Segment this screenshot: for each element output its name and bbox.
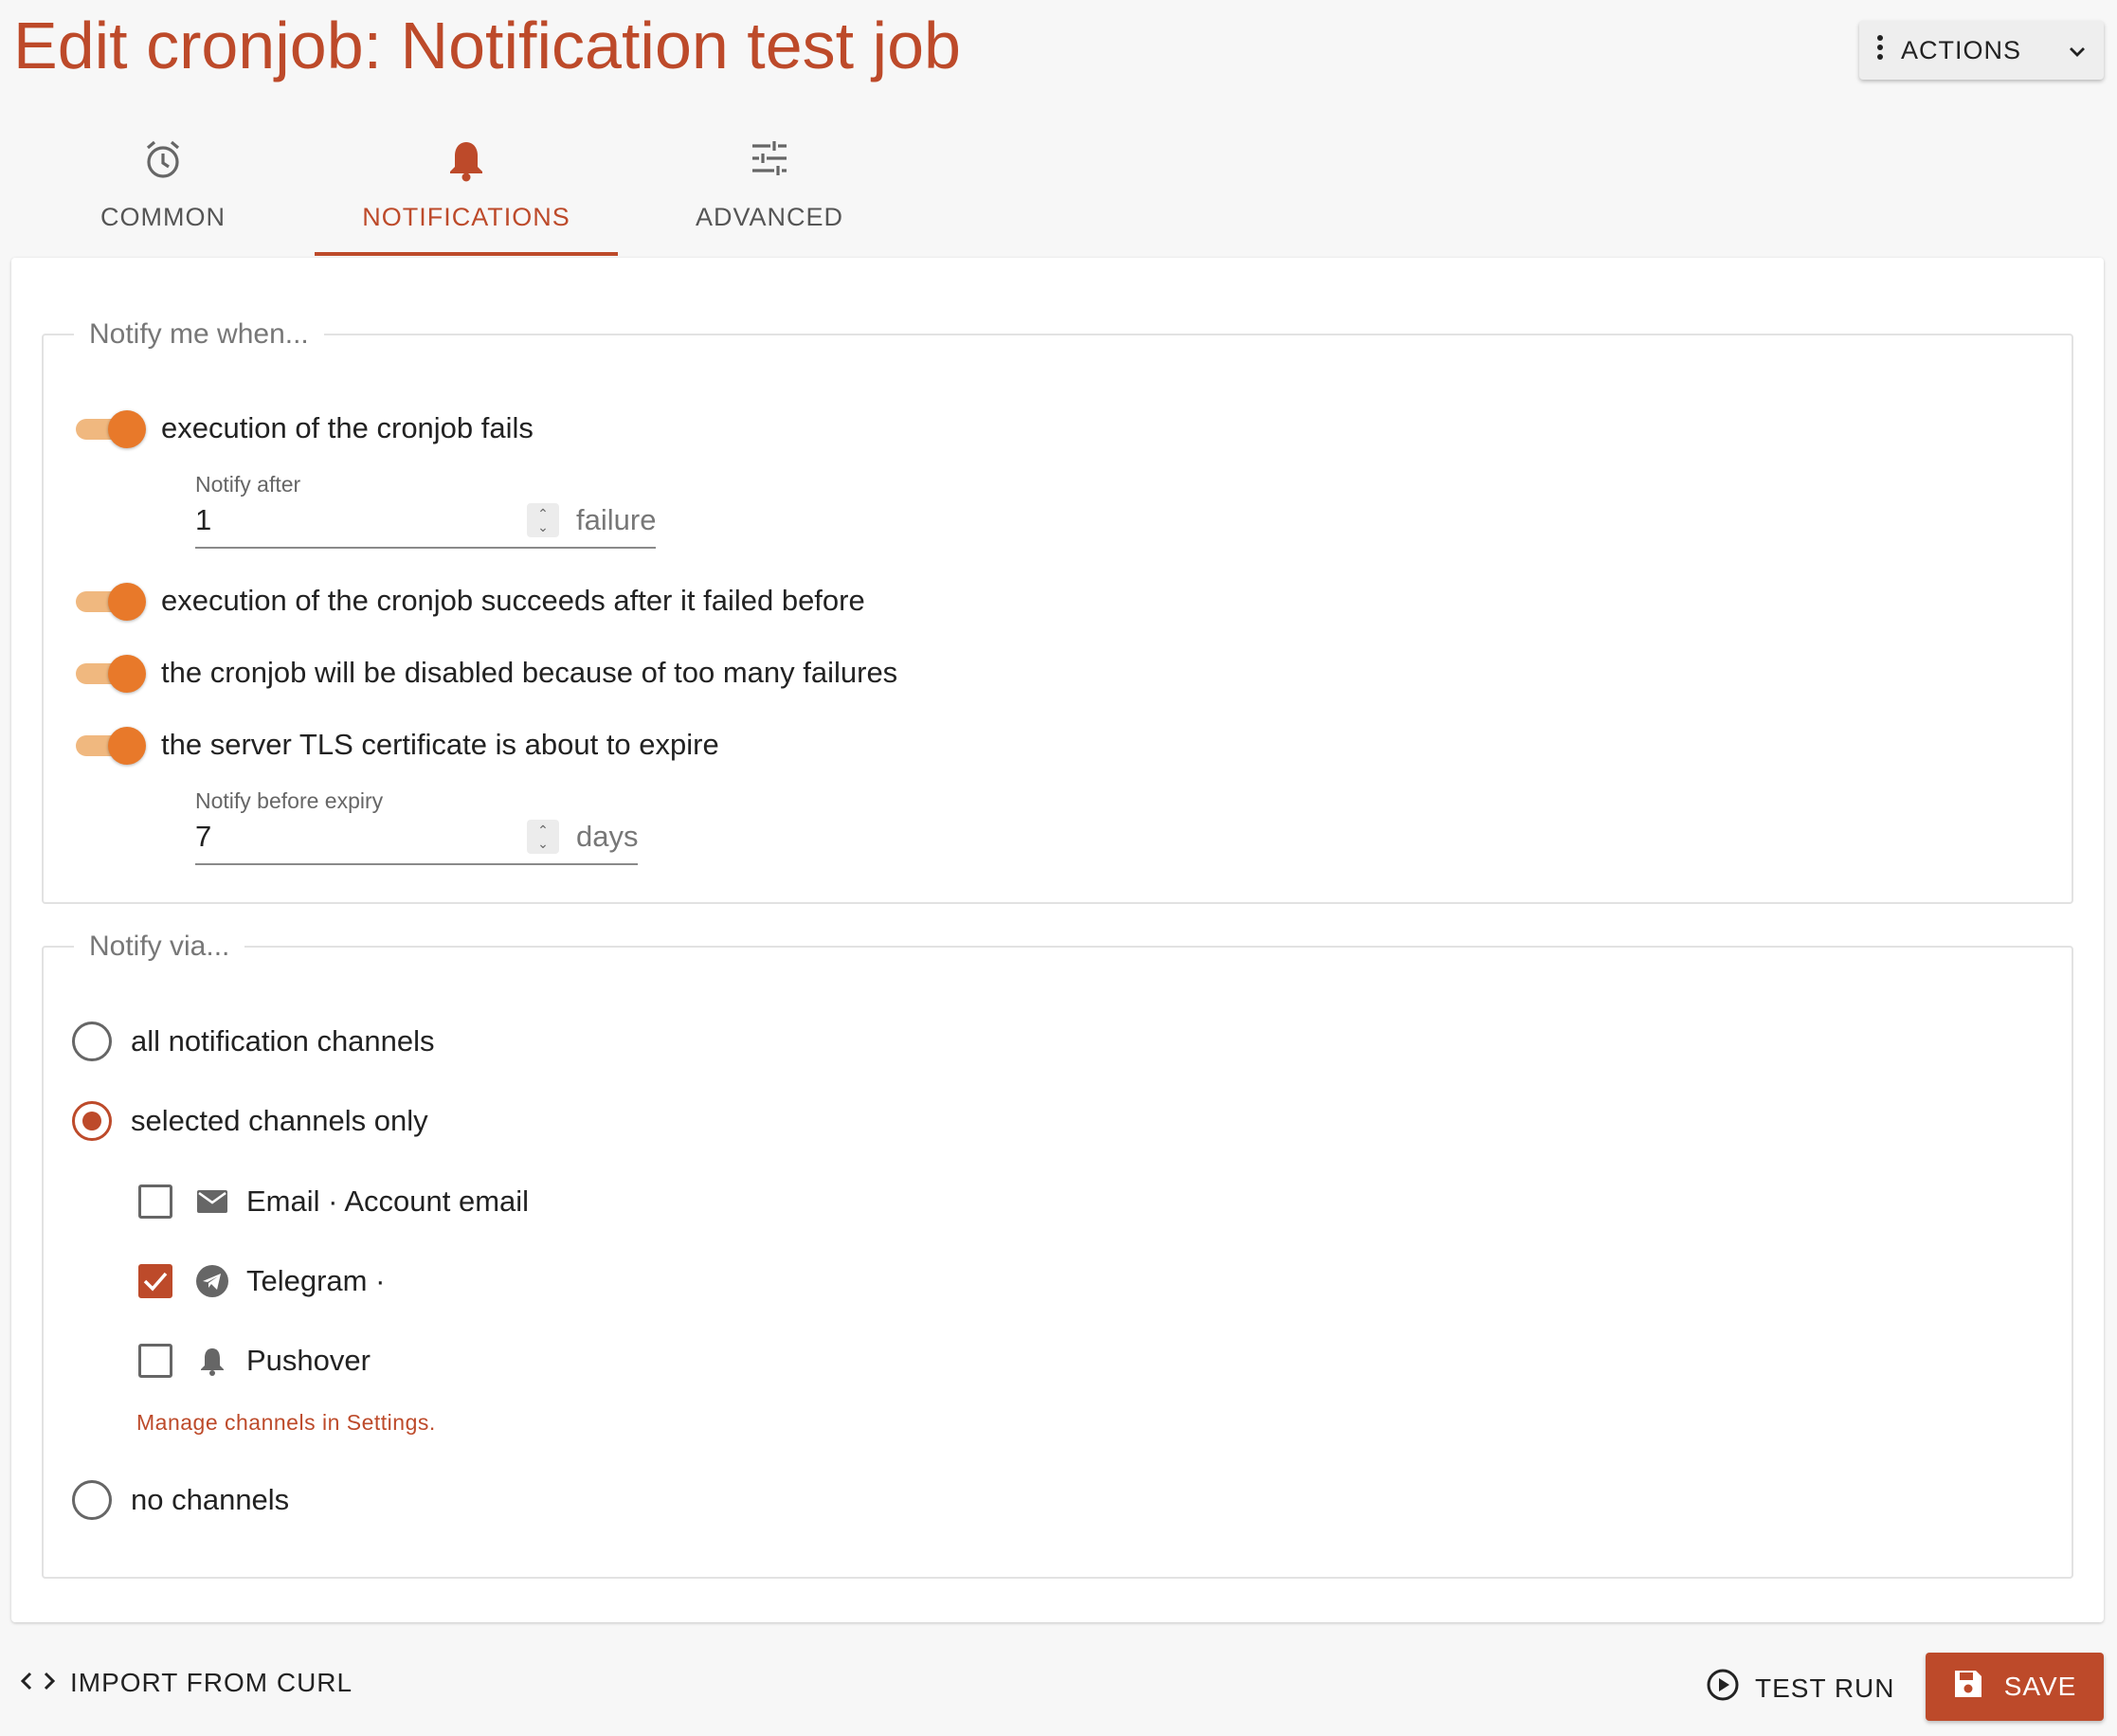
notify-before-expiry-suffix: days [576,820,639,853]
bell-icon [447,138,485,184]
notify-when-group: Notify me when... execution of the cronj… [42,318,2073,904]
notify-after-suffix: failure [576,503,657,536]
notify-before-expiry-field: Notify before expiry ⌃ ⌄ days [195,788,639,865]
notify-after-label: Notify after [195,472,301,497]
toggle-row-tls: the server TLS certificate is about to e… [74,726,719,765]
stepper-up-icon: ⌃ [537,823,549,838]
toggle-tls-label: the server TLS certificate is about to e… [161,728,719,761]
test-run-button[interactable]: TEST RUN [1706,1668,1895,1709]
notify-before-expiry-input[interactable] [195,820,527,854]
save-disk-icon [1953,1669,1983,1706]
notify-after-stepper[interactable]: ⌃ ⌄ [527,503,559,537]
radio-all-channels-label: all notification channels [131,1024,435,1058]
stepper-up-icon: ⌃ [537,506,549,521]
channel-email-row[interactable]: Email · Account email [138,1183,529,1221]
stepper-down-icon: ⌄ [537,836,549,851]
tab-common-label: COMMON [100,203,226,231]
radio-no-channels[interactable] [72,1480,112,1520]
tab-notifications[interactable]: NOTIFICATIONS [315,133,618,256]
toggle-tls[interactable] [74,726,146,765]
more-vert-icon [1876,34,1884,66]
tune-sliders-icon [750,138,789,184]
toggle-row-disabled: the cronjob will be disabled because of … [74,654,898,693]
channel-email-checkbox[interactable] [138,1184,172,1219]
save-label: SAVE [2003,1672,2077,1701]
notify-before-expiry-stepper[interactable]: ⌃ ⌄ [527,820,559,854]
manage-channels-link[interactable]: Manage channels in Settings. [136,1410,436,1436]
toggle-disabled[interactable] [74,654,146,693]
toggle-fails[interactable] [74,409,146,448]
test-run-label: TEST RUN [1755,1673,1895,1703]
actions-label: ACTIONS [1901,35,2022,64]
radio-row-no-channels[interactable]: no channels [72,1480,289,1520]
alarm-clock-icon [142,138,184,184]
channel-telegram-row[interactable]: Telegram · [138,1262,385,1300]
channel-pushover-label: Pushover [246,1344,371,1377]
radio-selected-channels[interactable] [72,1101,112,1141]
import-from-curl-button[interactable]: IMPORT FROM CURL [20,1668,353,1698]
tab-notifications-label: NOTIFICATIONS [362,203,570,231]
checkmark-icon [143,1272,168,1292]
toggle-succeeds-label: execution of the cronjob succeeds after … [161,584,865,617]
notify-via-legend: Notify via... [89,931,230,962]
actions-button[interactable]: ACTIONS [1859,21,2104,80]
channel-email-label: Email · Account email [246,1184,530,1218]
channel-pushover-row[interactable]: Pushover [138,1342,371,1380]
bell-icon [193,1342,231,1380]
notify-via-group: Notify via... all notification channels … [42,931,2073,1579]
save-button[interactable]: SAVE [1926,1653,2104,1721]
radio-no-channels-label: no channels [131,1483,290,1516]
channel-telegram-checkbox[interactable] [138,1264,172,1298]
notify-when-legend: Notify me when... [89,318,309,350]
radio-all-channels[interactable] [72,1022,112,1061]
notifications-card: Notify me when... execution of the cronj… [11,258,2104,1622]
toggle-row-fails: execution of the cronjob fails [74,409,534,448]
code-icon [20,1668,56,1698]
notify-before-expiry-label: Notify before expiry [195,788,384,813]
radio-row-selected-channels[interactable]: selected channels only [72,1101,428,1141]
email-icon [193,1183,231,1221]
page-title: Edit cronjob: Notification test job [13,9,961,82]
telegram-icon [193,1262,231,1300]
tab-common[interactable]: COMMON [11,133,315,256]
toggle-disabled-label: the cronjob will be disabled because of … [161,656,898,689]
toggle-succeeds[interactable] [74,582,146,621]
toggle-row-succeeds: execution of the cronjob succeeds after … [74,582,865,621]
play-circle-icon [1706,1668,1740,1709]
tab-advanced[interactable]: ADVANCED [618,133,921,256]
radio-selected-channels-label: selected channels only [131,1104,428,1137]
tab-advanced-label: ADVANCED [695,203,844,231]
toggle-fails-label: execution of the cronjob fails [161,411,534,444]
import-from-curl-label: IMPORT FROM CURL [70,1668,353,1697]
channel-telegram-label: Telegram · [246,1264,386,1297]
channel-pushover-checkbox[interactable] [138,1344,172,1378]
radio-row-all-channels[interactable]: all notification channels [72,1022,435,1061]
stepper-down-icon: ⌄ [537,519,549,534]
notify-after-field: Notify after ⌃ ⌄ failure [195,472,657,549]
chevron-down-icon [2068,36,2087,65]
notify-after-input[interactable] [195,503,527,537]
